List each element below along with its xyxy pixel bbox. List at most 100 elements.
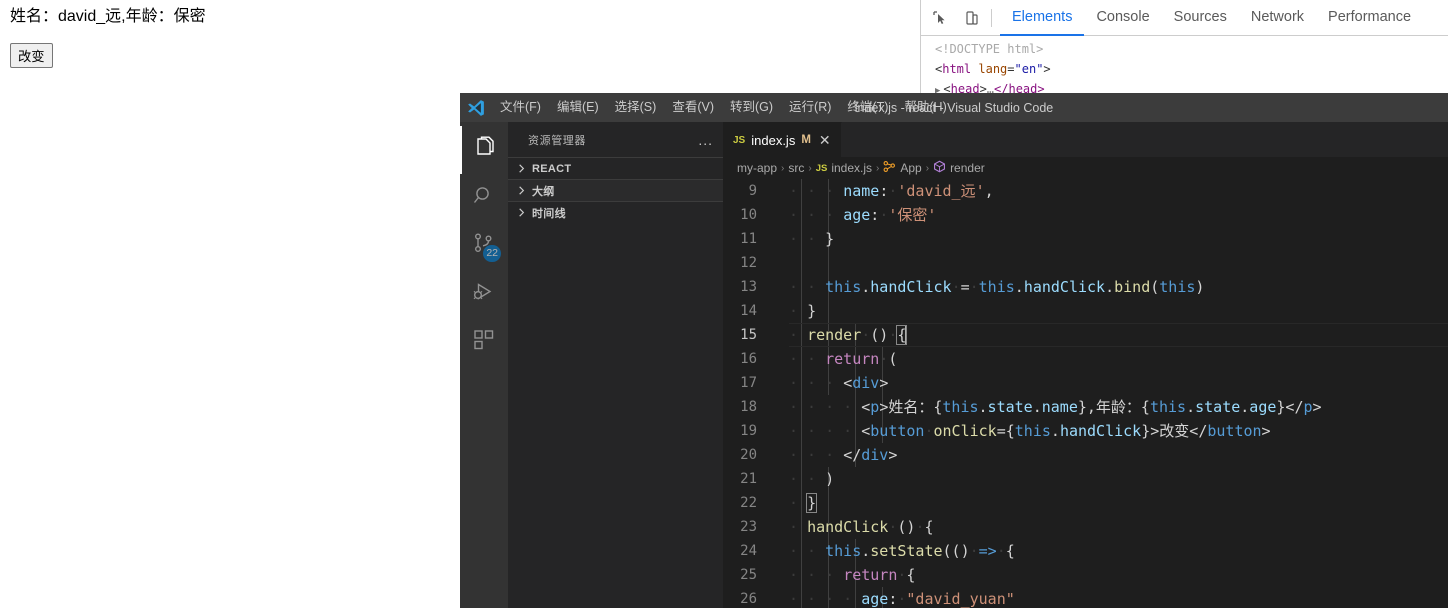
line-number: 19 [740,423,757,439]
code-line[interactable]: 10 · · · age:·'保密' [723,203,1448,227]
tab-network[interactable]: Network [1239,0,1316,36]
dom-line-head[interactable]: ▶ <head>…</head> [935,79,1448,93]
explorer-sidebar: 资源管理器 ... REACT 大纲 时间线 [508,122,723,608]
menu-file[interactable]: 文件(F) [492,96,549,120]
menu-edit[interactable]: 编辑(E) [549,96,607,120]
code-line-text: · · · name:·'david_远', [789,182,994,200]
breadcrumb-item-my-app[interactable]: my-app [737,161,777,175]
code-line-text: · · this.handClick·=·this.handClick.bind… [789,278,1205,296]
code-line[interactable]: 9 · · · name:·'david_远', [723,179,1448,203]
activity-item-search[interactable] [460,174,508,222]
line-number: 15 [740,327,757,343]
code-line[interactable]: 21 · · ) [723,467,1448,491]
chevron-right-icon [513,205,529,221]
line-number: 21 [740,471,757,487]
code-line[interactable]: 20 · · · </div> [723,443,1448,467]
dom-line-html[interactable]: <html lang="en"> [935,59,1448,79]
code-line[interactable]: 16 · · return·( [723,347,1448,371]
code-line[interactable]: 13 · · this.handClick·=·this.handClick.b… [723,275,1448,299]
extensions-icon [472,328,496,357]
code-line[interactable]: 19 · · · · <button·onClick={this.handCli… [723,419,1448,443]
menu-selection[interactable]: 选择(S) [607,96,665,120]
menu-run[interactable]: 运行(R) [781,96,839,120]
sidebar-section-label: REACT [532,162,572,175]
code-line[interactable]: 23 · handClick·()·{ [723,515,1448,539]
breadcrumb-label: render [950,161,985,175]
code-editor[interactable]: 9 · · · name:·'david_远', 10 · · · age:·'… [723,179,1448,608]
breadcrumb-separator-icon: › [925,162,930,174]
code-line-text: · · · </div> [789,446,898,464]
breadcrumb-item-render[interactable]: render [933,160,985,176]
tab-elements[interactable]: Elements [1000,0,1085,36]
dom-line-doctype[interactable]: <!DOCTYPE html> [935,39,1448,59]
breadcrumb-item-app[interactable]: App [883,160,922,176]
code-line[interactable]: 17 · · · <div> [723,371,1448,395]
code-line[interactable]: 11 · · } [723,227,1448,251]
breadcrumb: my-app › src › JS index.js › App › rende… [723,157,1448,179]
devtools-panel: Elements Console Sources Network Perform… [920,0,1448,93]
activity-item-explorer[interactable] [460,126,508,174]
line-number: 16 [740,351,757,367]
inspect-element-icon[interactable] [927,5,953,31]
toolbar-divider [991,8,992,27]
tab-sources[interactable]: Sources [1162,0,1239,36]
vscode-window: index.js - react - Visual Studio Code 文件… [460,93,1448,608]
files-icon [472,136,496,165]
code-line[interactable]: 18 · · · · <p>姓名：{this.state.name},年龄：{t… [723,395,1448,419]
code-line-current[interactable]: 15 · render·()·{ [723,323,1448,347]
activity-item-source-control[interactable]: 22 [460,222,508,270]
line-number: 22 [740,495,757,511]
source-control-badge: 22 [483,245,501,262]
code-line-text: · · · · age:·"david_yuan" [789,590,1015,608]
code-line[interactable]: 14 · } [723,299,1448,323]
sidebar-section-react[interactable]: REACT [508,157,723,179]
run-and-debug-icon [472,280,496,309]
code-line-text: · · · return·{ [789,566,916,584]
code-line-text: · · } [789,230,835,248]
line-number: 12 [740,255,757,271]
sidebar-section-timeline[interactable]: 时间线 [508,201,723,223]
breadcrumb-item-src[interactable]: src [788,161,804,175]
menu-help[interactable]: 帮助(H) [896,96,954,120]
editor-tab-index-js[interactable]: JS index.js M ✕ [723,122,842,157]
menu-view[interactable]: 查看(V) [664,96,722,120]
dom-tree: <!DOCTYPE html> <html lang="en"> ▶ <head>… [921,36,1448,93]
line-number: 9 [748,183,757,199]
code-line[interactable]: 24 · · this.setState(()·=>·{ [723,539,1448,563]
class-icon [883,160,896,176]
vscode-body: 22 资源管理器 ... REACT 大纲 时间线 JS index.js M … [460,122,1448,608]
device-toolbar-icon[interactable] [959,5,985,31]
vscode-logo-icon [460,93,492,122]
more-actions-icon[interactable]: ... [698,133,713,147]
js-icon: JS [815,162,828,174]
sidebar-section-outline[interactable]: 大纲 [508,179,723,201]
code-line-text: · · · age:·'保密' [789,206,937,224]
activity-item-extensions[interactable] [460,318,508,366]
menu-terminal[interactable]: 终端(T) [839,96,896,120]
tab-console[interactable]: Console [1084,0,1161,36]
tab-modified-indicator: M [801,134,811,146]
search-icon [472,184,496,213]
line-number: 14 [740,303,757,319]
page-info-text: 姓名：david_远,年龄：保密 [10,8,206,25]
code-line-text: · } [789,493,818,513]
close-icon[interactable]: ✕ [819,133,831,147]
breadcrumb-item-index-js[interactable]: JS index.js [816,161,872,175]
breadcrumb-separator-icon: › [781,162,785,174]
code-line[interactable]: 25 · · · return·{ [723,563,1448,587]
breadcrumb-label: index.js [831,161,873,175]
code-line[interactable]: 26 · · · · age:·"david_yuan" [723,587,1448,608]
change-button[interactable]: 改变 [10,43,53,68]
code-line[interactable]: 12 [723,251,1448,275]
menu-go[interactable]: 转到(G) [722,96,781,120]
code-line[interactable]: 22 · } [723,491,1448,515]
activity-item-run-debug[interactable] [460,270,508,318]
sidebar-title: 资源管理器 [528,134,586,147]
expand-triangle-icon[interactable]: ▶ [935,81,940,93]
code-line-text: · · · <div> [789,374,889,392]
editor-tab-bar: JS index.js M ✕ [723,122,1448,157]
screen-root: 姓名：david_远,年龄：保密 改变 Elements Console Sou… [0,0,1448,608]
line-number: 18 [740,399,757,415]
tab-performance[interactable]: Performance [1316,0,1423,36]
sidebar-header: 资源管理器 ... [508,122,723,157]
